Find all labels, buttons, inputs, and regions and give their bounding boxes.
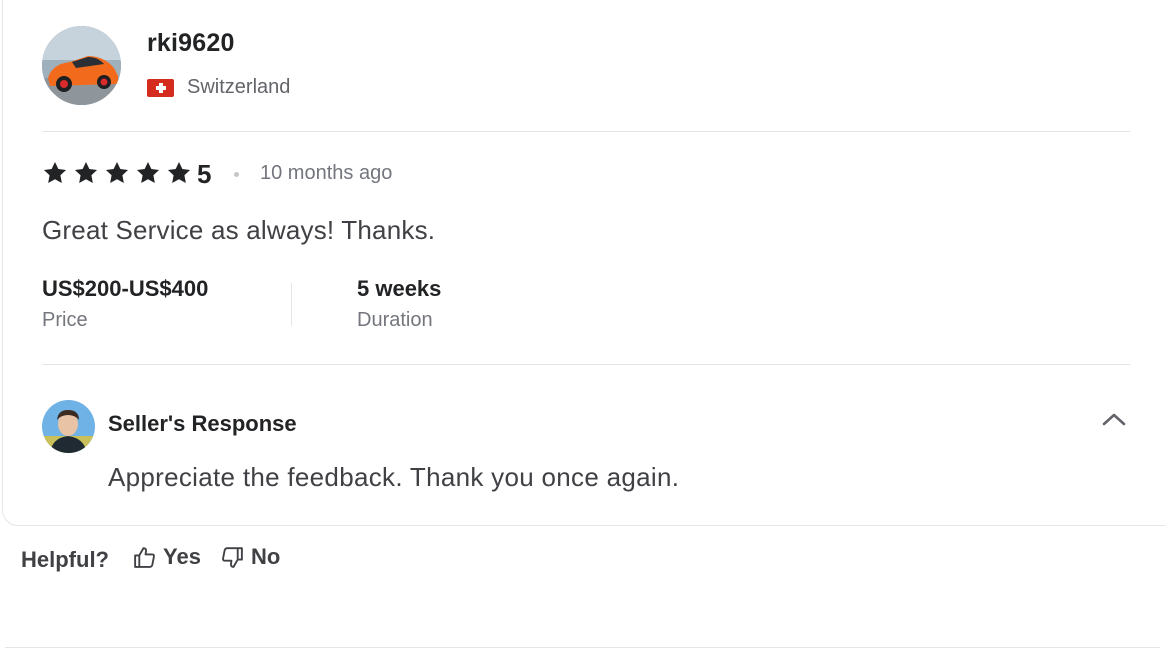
reviewer-avatar[interactable] xyxy=(42,26,121,105)
price-label: Price xyxy=(42,309,88,331)
seller-response-text: Appreciate the feedback. Thank you once … xyxy=(108,462,680,492)
star-icon xyxy=(43,161,67,183)
duration-label: Duration xyxy=(357,309,433,331)
star-rating xyxy=(42,160,192,186)
star-icon xyxy=(167,161,191,183)
star-icon xyxy=(74,161,98,183)
star-icon xyxy=(136,161,160,183)
review-time: 10 months ago xyxy=(260,162,393,184)
review-text: Great Service as always! Thanks. xyxy=(42,215,436,245)
switzerland-flag-icon xyxy=(147,79,174,97)
price-value: US$200-US$400 xyxy=(42,276,209,301)
helpful-yes-button[interactable]: Yes xyxy=(132,544,201,570)
review-card xyxy=(2,0,1165,526)
helpful-no-button[interactable]: No xyxy=(220,544,280,570)
thumbs-down-icon xyxy=(222,546,243,568)
seller-avatar xyxy=(42,400,95,453)
response-divider xyxy=(42,364,1130,365)
header-divider xyxy=(42,131,1130,132)
thumbs-up-icon xyxy=(134,546,155,568)
helpful-yes-label: Yes xyxy=(163,544,201,569)
star-icon xyxy=(105,161,129,183)
meta-divider xyxy=(291,283,292,326)
rating-value: 5 xyxy=(197,159,212,189)
helpful-no-label: No xyxy=(251,544,281,569)
reviewer-username[interactable]: rki9620 xyxy=(147,29,235,58)
chevron-up-icon[interactable] xyxy=(1101,410,1127,428)
separator-dot xyxy=(234,172,239,177)
seller-response-title: Seller's Response xyxy=(108,411,297,436)
helpful-label: Helpful? xyxy=(21,547,109,572)
duration-value: 5 weeks xyxy=(357,276,442,301)
bottom-divider xyxy=(5,647,1160,648)
reviewer-country: Switzerland xyxy=(187,76,291,98)
